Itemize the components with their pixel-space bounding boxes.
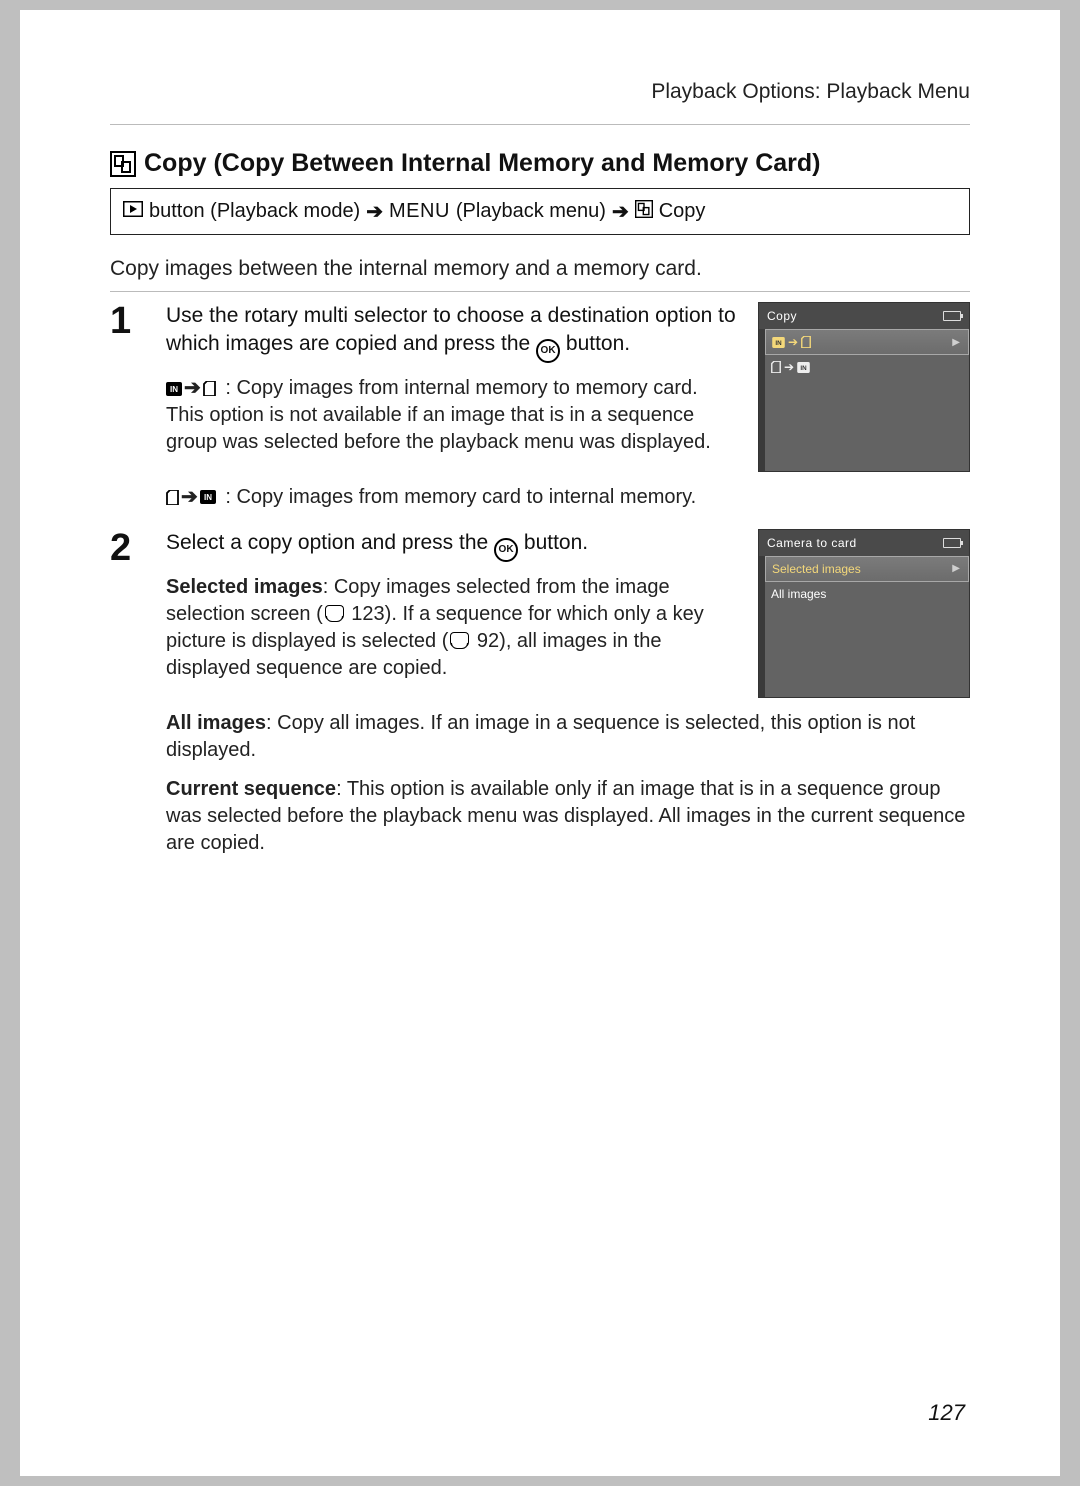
screen2-row-all-images: All images <box>765 582 969 607</box>
divider <box>110 291 970 292</box>
screen1-title: Copy <box>767 308 797 324</box>
sd-card-icon <box>166 490 179 505</box>
page-number: 127 <box>928 1400 965 1426</box>
step-2-current-sequence: Current sequence: This option is availab… <box>166 776 970 857</box>
arrow-icon: ➔ <box>366 199 383 224</box>
screen2-title: Camera to card <box>767 535 857 551</box>
internal-memory-icon: IN <box>200 490 216 504</box>
ok-button-icon: OK <box>494 538 518 562</box>
ok-button-icon: OK <box>536 339 560 363</box>
svg-text:IN: IN <box>170 385 178 394</box>
step-2-all-images: All images: Copy all images. If an image… <box>166 710 970 764</box>
manual-page: Playback Options: Playback Menu Copy (Co… <box>20 10 1060 1476</box>
menu-glyph: MENU <box>389 200 450 223</box>
screen1-row-card-to-in: ➔ IN <box>765 355 969 380</box>
step-1-option-card-to-in: ➔ IN : Copy images from memory card to i… <box>166 484 970 511</box>
step-2: 2 Select a copy option and press the OK … <box>110 529 970 870</box>
screen2-row-selected-images: Selected images ▶ <box>765 556 969 582</box>
camera-screen-camera-to-card: Camera to card Selected images ▶ All ima… <box>758 529 970 699</box>
step-2-title: Select a copy option and press the OK bu… <box>166 529 738 562</box>
screen1-row-in-to-card: IN ➔ ▶ <box>765 329 969 355</box>
battery-icon <box>943 538 961 548</box>
manual-ref-icon <box>325 605 344 621</box>
nav-btn-label: button (Playback mode) <box>149 200 360 223</box>
step-1: 1 Use the rotary multi selector to choos… <box>110 302 970 523</box>
svg-text:IN: IN <box>800 365 807 372</box>
page-title: Copy (Copy Between Internal Memory and M… <box>110 149 970 178</box>
internal-memory-icon: IN <box>166 382 182 396</box>
svg-text:IN: IN <box>204 493 212 502</box>
battery-icon <box>943 311 961 321</box>
nav-end-label: Copy <box>659 200 706 223</box>
intro-text: Copy images between the internal memory … <box>110 257 970 281</box>
svg-text:IN: IN <box>775 340 782 347</box>
divider <box>110 124 970 125</box>
step-number: 1 <box>110 302 146 340</box>
sd-card-icon <box>203 381 216 396</box>
nav-menu-label: (Playback menu) <box>456 200 606 223</box>
section-header: Playback Options: Playback Menu <box>110 80 970 104</box>
chevron-right-icon: ▶ <box>952 336 960 350</box>
chevron-right-icon: ▶ <box>952 562 960 576</box>
playback-button-icon <box>123 200 143 223</box>
manual-ref-icon <box>450 632 469 648</box>
copy-menu-icon <box>110 151 136 177</box>
arrow-icon: ➔ <box>612 199 629 224</box>
step-1-title: Use the rotary multi selector to choose … <box>166 302 738 363</box>
step-number: 2 <box>110 529 146 567</box>
page-title-text: Copy (Copy Between Internal Memory and M… <box>144 149 821 178</box>
copy-small-icon <box>635 200 653 224</box>
navigation-path: button (Playback mode) ➔ MENU (Playback … <box>110 188 970 235</box>
step-1-option-in-to-card: IN ➔ : Copy images from internal memory … <box>166 375 738 456</box>
step-2-selected-images: Selected images: Copy images selected fr… <box>166 574 738 682</box>
camera-screen-copy: Copy IN ➔ ▶ <box>758 302 970 472</box>
